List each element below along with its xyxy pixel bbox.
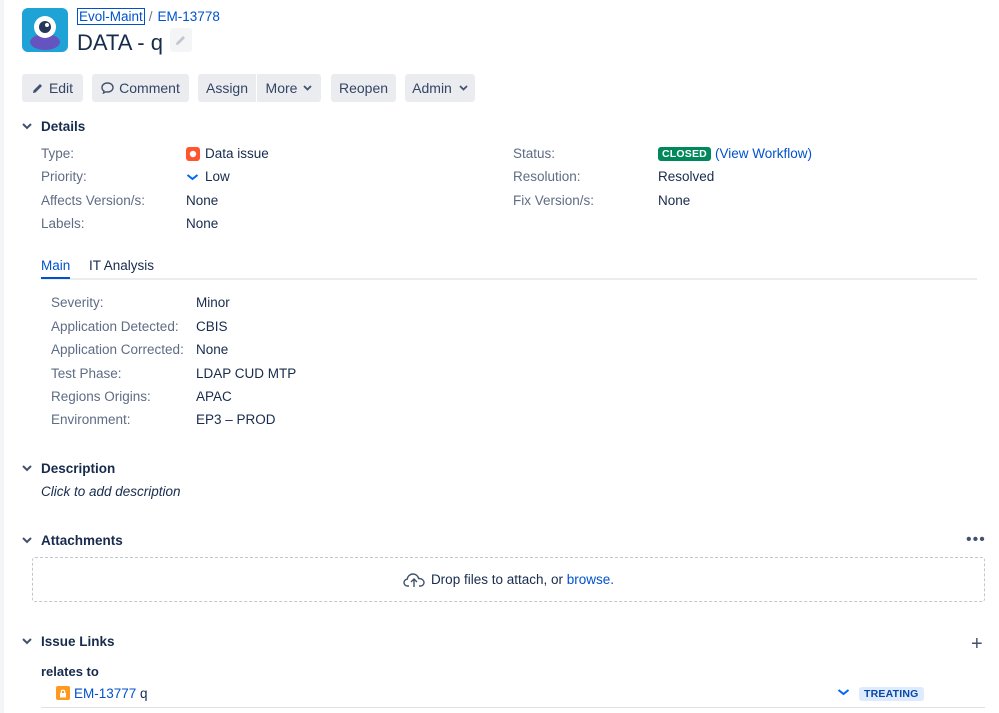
labels-label: Labels: <box>41 216 85 231</box>
priority-low-icon <box>186 173 199 181</box>
type-value: Data issue <box>186 146 269 161</box>
issue-links-section-toggle[interactable]: Issue Links <box>22 634 115 649</box>
details-section-toggle[interactable]: Details <box>22 119 85 134</box>
tab-it-analysis[interactable]: IT Analysis <box>89 258 154 277</box>
comment-icon <box>101 82 114 94</box>
lock-icon <box>56 686 70 700</box>
project-avatar[interactable] <box>22 8 68 52</box>
breadcrumb-project-link[interactable]: Evol-Maint <box>77 8 145 25</box>
edit-title-pencil-icon[interactable] <box>170 28 192 52</box>
details-heading: Details <box>41 119 86 134</box>
description-section-toggle[interactable]: Description <box>22 461 115 476</box>
comment-button[interactable]: Comment <box>92 74 189 102</box>
type-value-text: Data issue <box>205 146 269 161</box>
linked-issue-key[interactable]: EM-13777 <box>74 686 136 701</box>
test-phase-label: Test Phase: <box>51 366 122 381</box>
attachments-heading: Attachments <box>41 533 123 548</box>
priority-value: Low <box>186 169 230 184</box>
priority-label: Priority: <box>41 169 87 184</box>
edit-button-label: Edit <box>48 80 74 96</box>
assign-button-label: Assign <box>205 80 249 96</box>
relation-type-label: relates to <box>41 664 99 679</box>
linked-issue-summary[interactable]: q <box>140 686 148 701</box>
assign-button[interactable]: Assign <box>198 74 256 102</box>
attachment-dropzone[interactable]: Drop files to attach, or browse. <box>32 557 985 602</box>
tab-main[interactable]: Main <box>41 258 71 279</box>
attachments-section-toggle[interactable]: Attachments <box>22 533 123 548</box>
data-issue-icon <box>186 146 200 161</box>
attachments-more-options-button[interactable]: ••• <box>966 532 986 548</box>
reopen-button[interactable]: Reopen <box>331 74 396 102</box>
dropzone-text: Drop files to attach, or <box>430 572 563 587</box>
regions-origins-value: APAC <box>196 389 232 404</box>
type-label: Type: <box>41 146 75 161</box>
linked-issue-status-badge: TREATING <box>859 687 924 701</box>
priority-value-text: Low <box>205 169 230 184</box>
view-workflow-link[interactable]: (View Workflow) <box>715 146 812 161</box>
affects-versions-value: None <box>186 193 219 208</box>
admin-button-label: Admin <box>412 80 452 96</box>
application-detected-label: Application Detected: <box>51 319 179 334</box>
severity-label: Severity: <box>51 295 104 310</box>
regions-origins-label: Regions Origins: <box>51 389 151 404</box>
chevron-down-icon <box>22 123 34 130</box>
environment-label: Environment: <box>51 412 131 427</box>
more-dropdown-button[interactable]: More <box>257 74 321 102</box>
affects-versions-label: Affects Version/s: <box>41 193 146 208</box>
status-badge: CLOSED <box>658 146 711 161</box>
chevron-down-icon <box>303 85 313 91</box>
status-label: Status: <box>513 146 556 161</box>
resolution-label: Resolution: <box>513 169 581 184</box>
description-heading: Description <box>41 461 116 476</box>
field-tabs: Main IT Analysis <box>41 258 977 280</box>
add-issue-link-button[interactable]: + <box>971 634 983 654</box>
labels-value[interactable]: None <box>186 216 218 231</box>
breadcrumb-separator: / <box>148 9 153 24</box>
issue-link-row: EM-13777 q TREATING <box>41 683 985 708</box>
cloud-upload-icon <box>403 572 425 588</box>
fix-versions-value: None <box>658 193 691 208</box>
breadcrumb-issue-key-link[interactable]: EM-13778 <box>158 9 220 24</box>
severity-value: Minor <box>196 295 230 310</box>
resolution-value: Resolved <box>658 169 715 184</box>
application-corrected-value: None <box>196 342 229 357</box>
status-value: CLOSED (View Workflow) <box>658 146 812 161</box>
left-edge <box>0 0 4 713</box>
breadcrumb: Evol-Maint / EM-13778 <box>77 8 220 26</box>
environment-value: EP3 – PROD <box>196 412 276 427</box>
issue-title[interactable]: DATA - q <box>77 28 163 58</box>
application-corrected-label: Application Corrected: <box>51 342 184 357</box>
chevron-down-icon <box>22 537 34 544</box>
application-detected-value: CBIS <box>196 319 228 334</box>
test-phase-value: LDAP CUD MTP <box>196 366 297 381</box>
reopen-button-label: Reopen <box>338 80 389 96</box>
chevron-down-icon <box>22 465 34 472</box>
edit-button[interactable]: Edit <box>22 74 83 102</box>
comment-button-label: Comment <box>119 80 180 96</box>
pencil-icon <box>32 82 44 94</box>
admin-dropdown-button[interactable]: Admin <box>405 74 475 102</box>
chevron-down-icon <box>22 638 34 645</box>
description-placeholder[interactable]: Click to add description <box>41 484 181 499</box>
priority-low-icon <box>837 688 850 696</box>
browse-link[interactable]: browse. <box>567 572 614 587</box>
fix-versions-label: Fix Version/s: <box>513 193 595 208</box>
chevron-down-icon <box>459 85 468 91</box>
more-button-label: More <box>265 80 298 96</box>
issue-links-heading: Issue Links <box>41 634 115 649</box>
